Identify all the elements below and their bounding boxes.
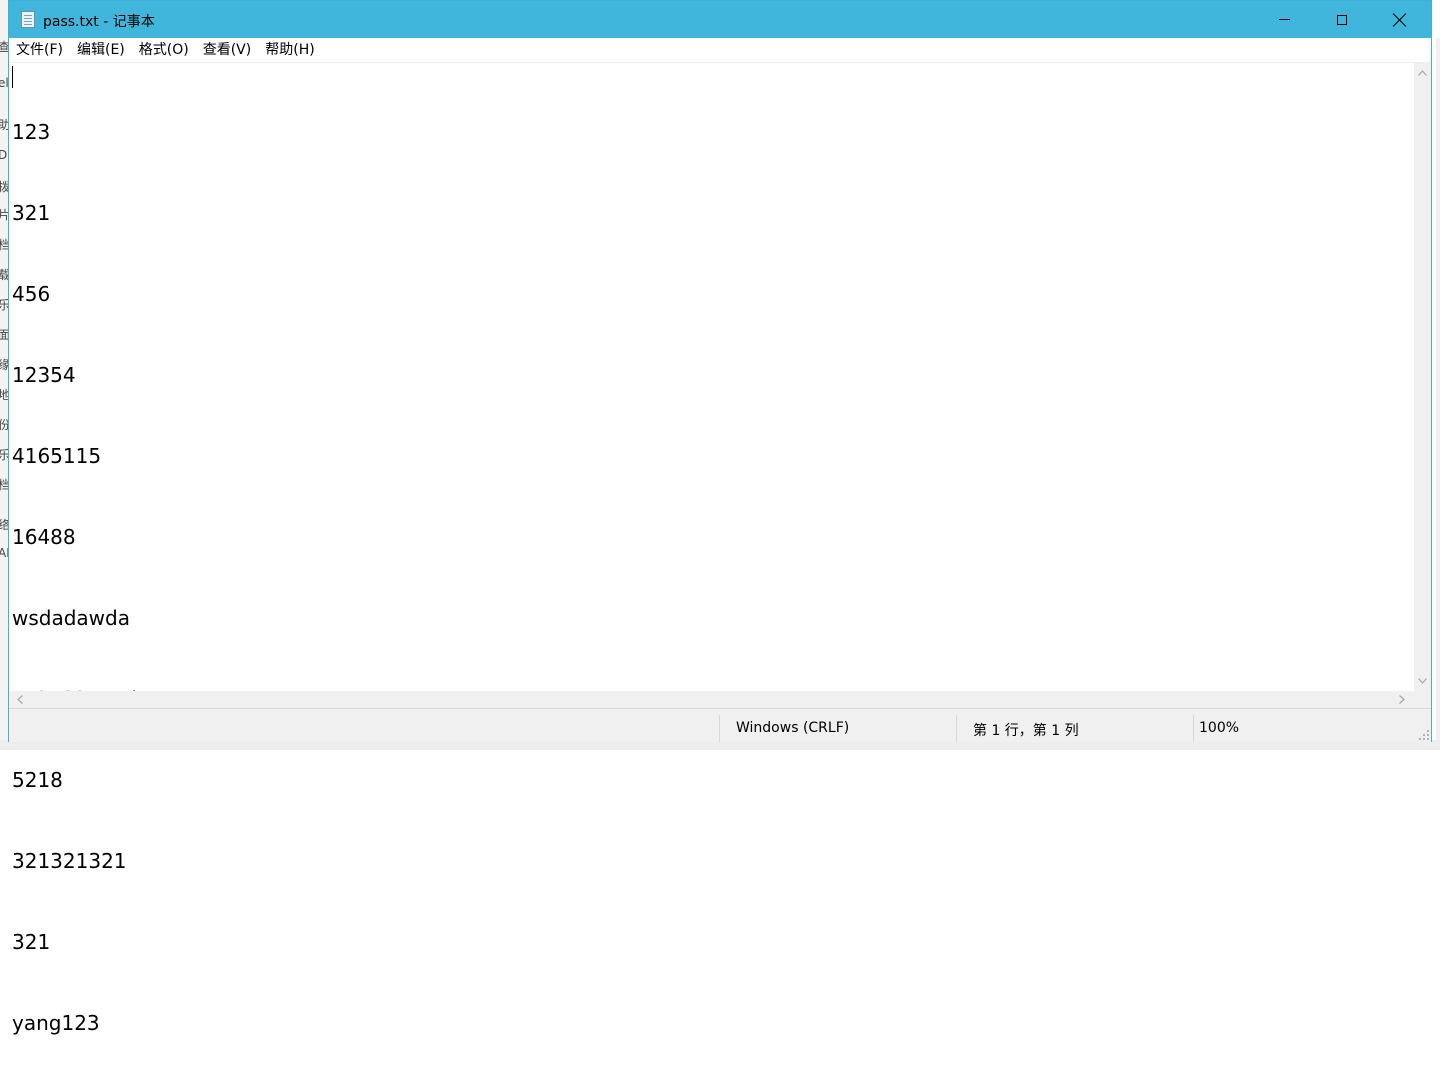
line-ending-status: Windows (CRLF)	[736, 720, 850, 736]
editor-line: yang123	[12, 1011, 100, 1035]
status-divider	[956, 715, 957, 742]
window-title: pass.txt - 记事本	[43, 14, 155, 30]
editor-line: wsdadawda	[12, 606, 130, 630]
scrollbar-corner	[1414, 691, 1431, 708]
background-window-fragment-right	[1436, 38, 1440, 750]
editor-line: 123	[12, 120, 51, 144]
cursor-position-status: 第 1 行，第 1 列	[973, 723, 1079, 739]
editor-line: 321	[12, 201, 51, 225]
editor-line: 5218	[12, 768, 63, 792]
editor-line: 321	[12, 930, 51, 954]
close-button[interactable]	[1371, 1, 1429, 38]
vertical-scrollbar[interactable]	[1414, 62, 1431, 691]
scroll-right-icon[interactable]	[1393, 691, 1410, 708]
zoom-status: 100%	[1199, 720, 1240, 736]
maximize-icon	[1337, 14, 1347, 25]
close-icon	[1393, 13, 1407, 27]
menu-help[interactable]: 帮助(H)	[258, 38, 321, 62]
resize-grip-icon[interactable]	[1419, 730, 1429, 740]
editor-line: 321321321	[12, 849, 127, 873]
menu-edit[interactable]: 编辑(E)	[70, 38, 132, 62]
notepad-icon	[21, 11, 35, 28]
scroll-up-icon[interactable]	[1414, 64, 1431, 81]
editor-line: 4165115	[12, 444, 102, 468]
minimize-button[interactable]	[1255, 1, 1313, 38]
menu-view[interactable]: 查看(V)	[196, 38, 259, 62]
editor-content[interactable]: 123 321 456 12354 4165115 16488 wsdadawd…	[12, 65, 166, 1091]
maximize-button[interactable]	[1313, 1, 1371, 38]
notepad-window: pass.txt - 记事本 文件(F) 编辑(E) 格式(O) 查看(V) 帮…	[8, 0, 1432, 1035]
scroll-left-icon[interactable]	[11, 691, 28, 708]
horizontal-scrollbar[interactable]	[9, 691, 1414, 708]
menu-file[interactable]: 文件(F)	[9, 38, 70, 62]
text-editor[interactable]: 123 321 456 12354 4165115 16488 wsdadawd…	[9, 62, 1414, 1035]
minimize-icon	[1278, 19, 1290, 20]
editor-line: 456	[12, 282, 51, 306]
status-divider	[719, 715, 720, 742]
scroll-down-icon[interactable]	[1414, 672, 1431, 689]
status-bar: Windows (CRLF) 第 1 行，第 1 列 100%	[9, 708, 1431, 742]
menu-bar: 文件(F) 编辑(E) 格式(O) 查看(V) 帮助(H)	[9, 38, 1431, 62]
status-divider	[1193, 715, 1194, 742]
menu-format[interactable]: 格式(O)	[132, 38, 196, 62]
editor-line: 16488	[12, 525, 76, 549]
editor-line: 12354	[12, 363, 76, 387]
title-bar[interactable]: pass.txt - 记事本	[9, 1, 1431, 38]
